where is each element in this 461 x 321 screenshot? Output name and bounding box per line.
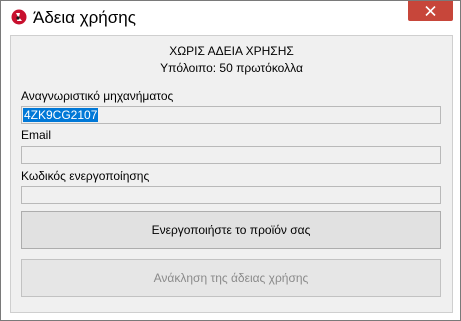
close-button[interactable] <box>408 1 453 21</box>
activate-button[interactable]: Ενεργοποιήστε το προϊόν σας <box>21 211 441 249</box>
license-window: Άδεια χρήσης ΧΩΡΙΣ ΑΔΕΙΑ ΧΡΗΣΗΣ Υπόλοιπο… <box>0 0 461 321</box>
license-status: ΧΩΡΙΣ ΑΔΕΙΑ ΧΡΗΣΗΣ <box>169 44 294 58</box>
remaining-protocols: Υπόλοιπο: 50 πρωτόκολλα <box>160 61 303 75</box>
close-icon <box>425 6 436 16</box>
email-label: Email <box>21 128 52 142</box>
machine-id-field[interactable]: 4ZK9CG2107 <box>21 106 441 124</box>
machine-id-label: Αναγνωριστικό μηχανήματος <box>21 89 174 103</box>
app-logo-icon <box>11 9 27 25</box>
email-field[interactable] <box>21 146 441 164</box>
activation-code-label: Κωδικός ενεργοποίησης <box>21 169 150 183</box>
revoke-license-button[interactable]: Ανάκληση της άδειας χρήσης <box>21 259 441 297</box>
title-bar[interactable]: Άδεια χρήσης <box>1 1 460 35</box>
machine-id-value: 4ZK9CG2107 <box>23 108 99 122</box>
window-title: Άδεια χρήσης <box>33 8 136 27</box>
content-panel: ΧΩΡΙΣ ΑΔΕΙΑ ΧΡΗΣΗΣ Υπόλοιπο: 50 πρωτόκολ… <box>10 35 453 313</box>
activation-code-field[interactable] <box>21 186 441 204</box>
